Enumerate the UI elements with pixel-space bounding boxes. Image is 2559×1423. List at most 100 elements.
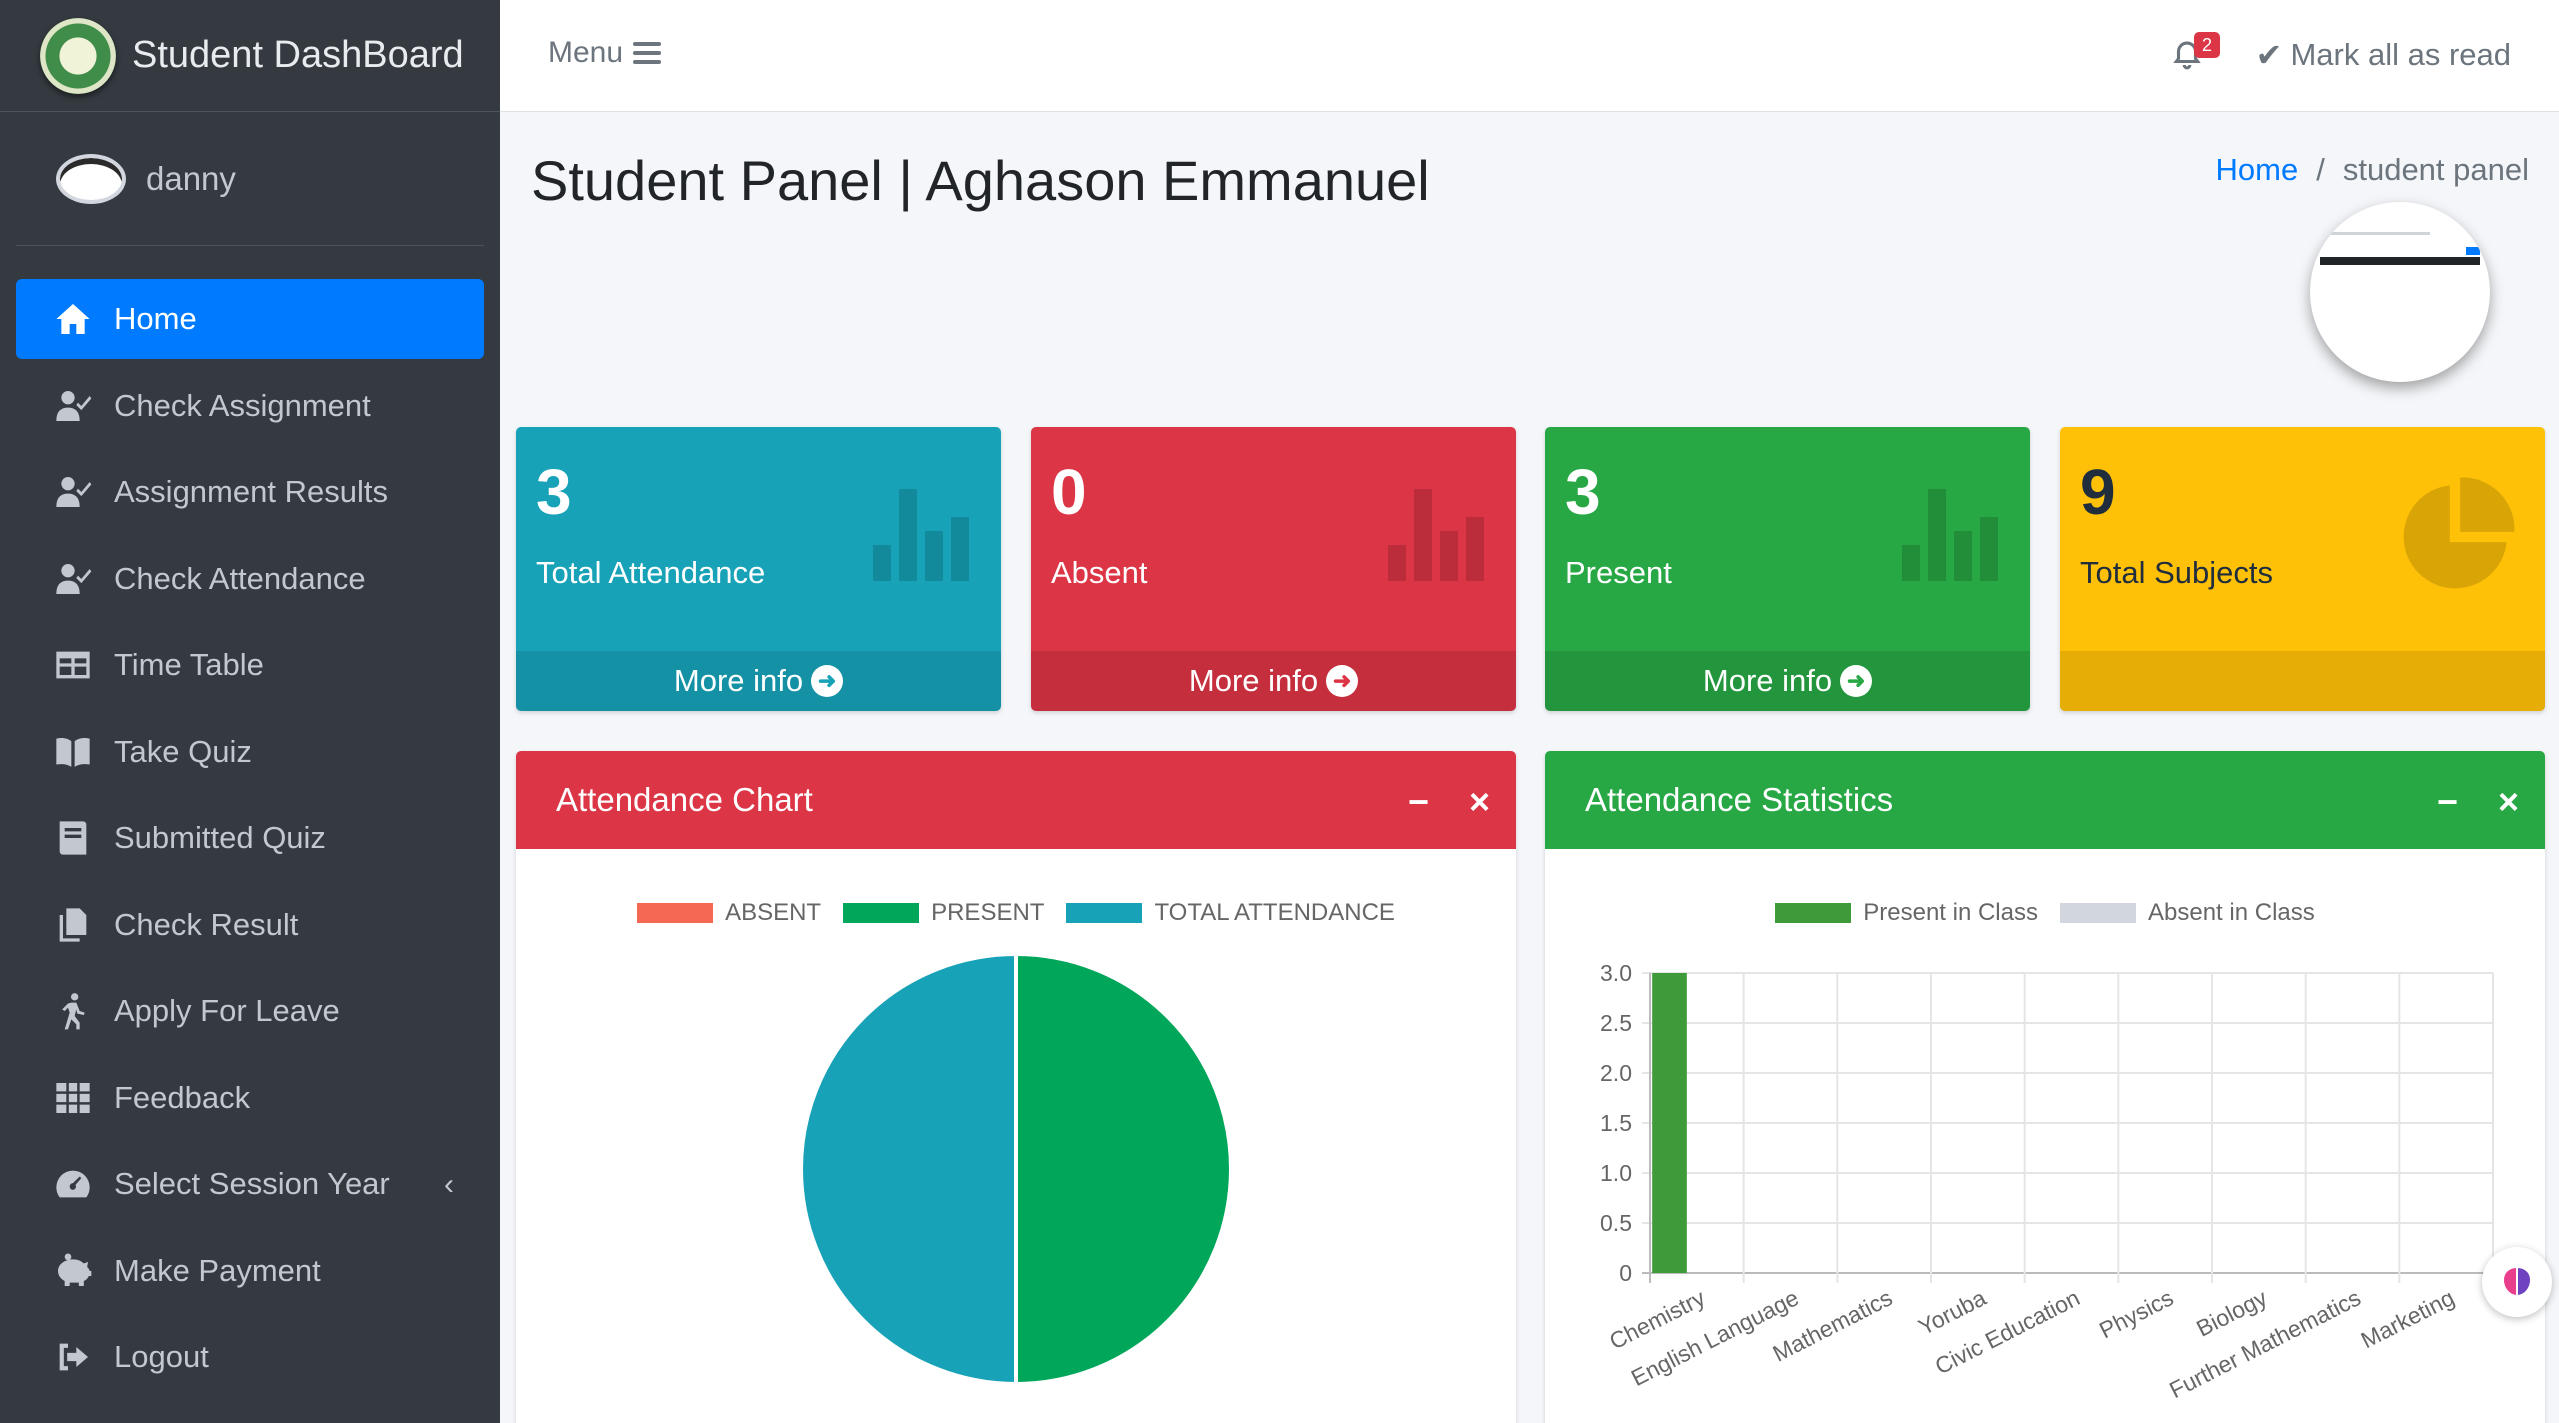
walking-icon [52,990,94,1032]
pie-chart [799,951,1233,1387]
stat-label: Total Subjects [2080,555,2273,590]
sidebar-item-apply-for-leave[interactable]: Apply For Leave [16,971,484,1051]
more-info-label: More info [1188,663,1319,698]
copy-icon [52,904,94,946]
sidebar-item-time-table[interactable]: Time Table [16,625,484,705]
y-tick-label: 1.0 [1600,1160,1632,1186]
sidebar-item-check-assignment[interactable]: Check Assignment [16,366,484,446]
more-info-link [2060,651,2545,711]
close-button[interactable]: × [1469,781,1490,823]
attendance-chart-header: Attendance Chart − × [516,751,1516,849]
piggy-bank-icon [52,1250,94,1292]
sidebar-item-take-quiz[interactable]: Take Quiz [16,712,484,792]
sidebar-item-check-result[interactable]: Check Result [16,885,484,965]
chevron-left-icon: ‹ [444,1168,454,1201]
breadcrumb-home-link[interactable]: Home [2216,152,2299,188]
sidebar: Student DashBoard danny Home Check Assign… [0,0,500,1423]
sidebar-item-logout[interactable]: Logout [16,1317,484,1397]
notifications-button[interactable]: 2 [2170,32,2220,76]
y-tick-label: 3.0 [1600,960,1632,986]
book-icon [52,817,94,859]
sidebar-item-label: Home [114,301,197,336]
y-tick-label: 0.5 [1600,1210,1632,1236]
attendance-statistics-header: Attendance Statistics − × [1545,751,2545,849]
sidebar-item-home[interactable]: Home [16,279,484,359]
stat-value: 3 [536,456,572,528]
sidebar-item-label: Feedback [114,1079,251,1115]
more-info-link[interactable]: More info ➜ [1545,651,2030,711]
sidebar-item-label: Apply For Leave [114,993,340,1028]
page-title: Student Panel | Aghason Emmanuel [531,149,1430,212]
hamburger-icon [633,42,662,64]
x-tick-label: Marketing [2357,1284,2459,1353]
y-tick-label: 2.0 [1600,1060,1632,1086]
brand-link[interactable]: Student DashBoard [0,0,500,112]
sidebar-item-label: Check Assignment [114,387,371,423]
x-tick-label: English Language [1627,1284,1803,1391]
stat-value: 3 [1565,456,1601,528]
mark-all-read-label: Mark all as read [2290,37,2511,72]
book-open-icon [52,731,94,773]
sidebar-item-label: Logout [114,1339,209,1374]
attendance-statistics-card: Attendance Statistics − × Present in Cla… [1545,751,2545,1423]
school-logo [40,17,116,94]
menu-label: Menu [548,36,624,69]
x-tick-label: Physics [2095,1284,2177,1343]
more-info-link[interactable]: More info ➜ [1031,651,1516,711]
minimize-button[interactable]: − [1408,781,1429,823]
stat-label: Present [1565,555,1672,590]
stat-card-total-subjects: 9 Total Subjects [2060,427,2545,711]
bar-present-in-class-chemistry[interactable] [1652,973,1687,1273]
minimize-button[interactable]: − [2437,781,2458,823]
sidebar-item-assignment-results[interactable]: Assignment Results [16,452,484,532]
sidebar-item-label: Select Session Year [114,1166,390,1201]
attendance-chart-title: Attendance Chart [556,781,813,818]
arrow-circle-right-icon: ➜ [811,665,844,697]
bar-chart-icon [1388,489,1484,581]
grid-icon [52,1077,94,1119]
user-panel[interactable]: danny [16,112,484,246]
breadcrumb-separator: / [2316,152,2325,187]
pie-slice-present[interactable] [1014,951,1233,1387]
bar-chart: 00.51.01.52.02.53.0ChemistryEnglish Lang… [1600,960,2494,1403]
sidebar-item-make-payment[interactable]: Make Payment [16,1231,484,1311]
pie-chart-icon [2403,477,2515,589]
more-info-link[interactable]: More info ➜ [516,651,1001,711]
menu-toggle-button[interactable]: Menu [548,36,662,70]
more-info-label: More info [1702,663,1833,698]
pie-slice-total-attendance[interactable] [799,951,1018,1387]
arrow-circle-right-icon: ➜ [1840,665,1873,697]
y-tick-label: 0 [1619,1260,1632,1286]
attendance-statistics-body: Present in Class Absent in Class 0 0.5 1.0 1… [1545,849,2545,1423]
breadcrumb-current: student panel [2342,152,2529,187]
close-button[interactable]: × [2498,781,2519,823]
stat-value: 9 [2080,456,2116,528]
brain-icon [2504,1268,2530,1295]
y-tick-label: 2.5 [1600,1010,1632,1036]
brand-title: Student DashBoard [132,34,464,76]
breadcrumb: Home / student panel [2216,152,2529,188]
sidebar-item-submitted-quiz[interactable]: Submitted Quiz [16,798,484,878]
mark-all-read-button[interactable]: ✔ Mark all as read [2256,36,2511,74]
assistant-button[interactable] [2482,1247,2552,1317]
sidebar-item-label: Assignment Results [114,474,388,509]
sidebar-item-label: Time Table [114,647,264,682]
check-icon: ✔ [2255,37,2283,73]
sidebar-item-label: Submitted Quiz [114,820,326,855]
tachometer-icon [52,1163,94,1205]
sidebar-item-select-session-year[interactable]: Select Session Year ‹ [16,1144,484,1224]
more-info-label: More info [673,663,804,698]
notification-badge: 2 [2194,32,2220,58]
sidebar-item-check-attendance[interactable]: Check Attendance [16,539,484,619]
sidebar-item-label: Check Attendance [114,560,366,596]
stat-value: 0 [1051,456,1087,528]
attendance-statistics-title: Attendance Statistics [1585,781,1894,818]
screen-preview-thumbnail[interactable] [2310,202,2490,382]
bar-chart-icon [1902,489,1998,581]
home-icon [52,298,94,340]
user-check-icon [52,558,94,600]
attendance-chart-body: ABSENT PRESENT TOTAL ATTENDANCE [516,849,1516,1423]
sidebar-item-label: Make Payment [114,1252,321,1288]
user-name[interactable]: danny [146,160,236,198]
sidebar-item-feedback[interactable]: Feedback [16,1058,484,1138]
